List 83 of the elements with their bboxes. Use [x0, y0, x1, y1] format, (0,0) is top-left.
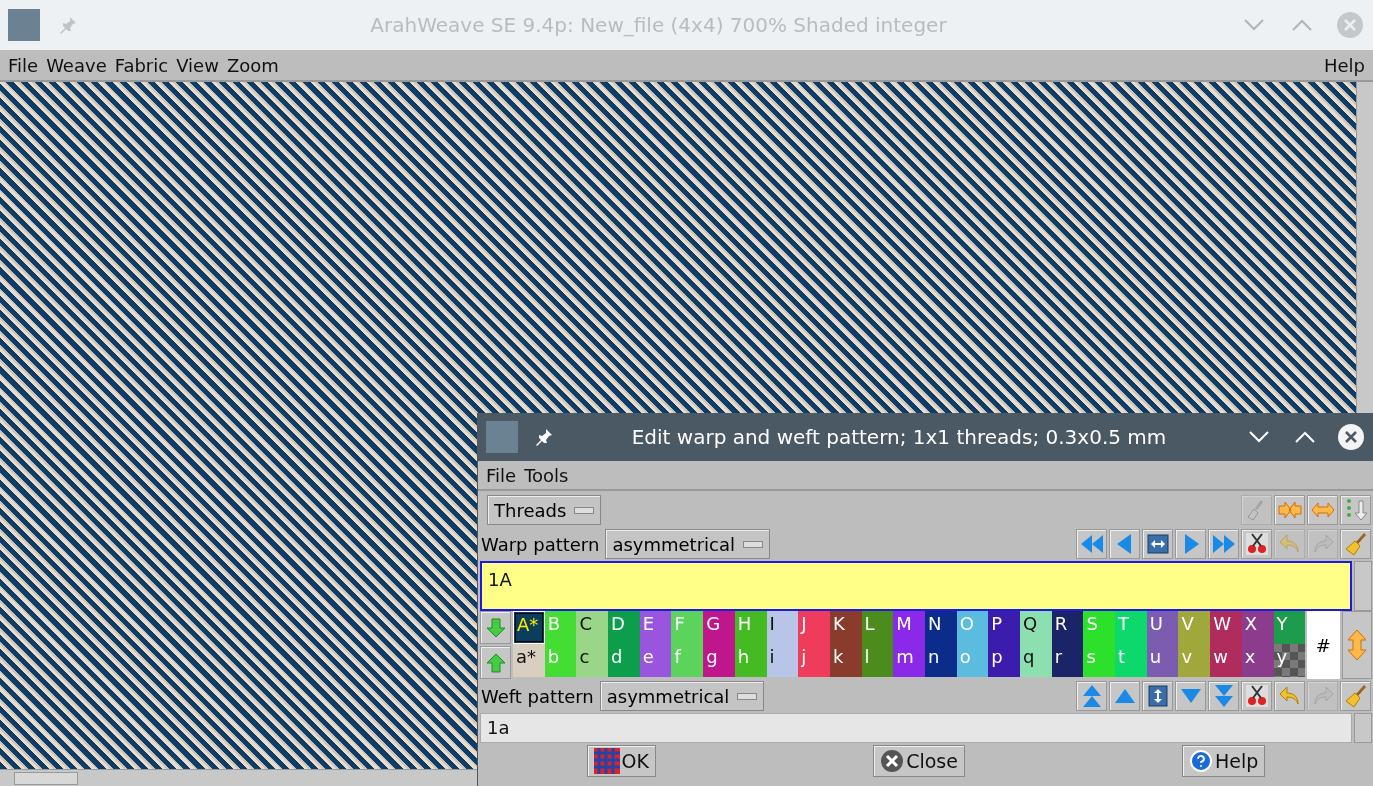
color-swatch[interactable]: r: [1051, 644, 1084, 677]
scrollbar-thumb[interactable]: [14, 772, 78, 785]
color-swatch[interactable]: n: [924, 644, 957, 677]
broom-icon: [1343, 684, 1368, 708]
close-icon: [880, 749, 905, 773]
weft-pattern-label: Weft pattern: [481, 685, 594, 707]
spare-cell[interactable]: #: [1307, 611, 1340, 679]
color-swatch[interactable]: j: [798, 644, 830, 677]
down-arrow-icon: [484, 616, 507, 639]
app-icon: [486, 421, 518, 453]
color-swatch[interactable]: i: [766, 644, 799, 677]
menu-item[interactable]: Weave: [42, 54, 111, 76]
color-swatch[interactable]: c: [576, 644, 609, 677]
field-scrollbar[interactable]: [1354, 561, 1372, 611]
double-right-arrow-icon: [1211, 532, 1236, 556]
color-swatch[interactable]: d: [608, 644, 640, 677]
toolbar-button[interactable]: [1142, 529, 1173, 559]
toolbar-button[interactable]: [1241, 529, 1272, 559]
menu-item[interactable]: View: [172, 54, 223, 76]
color-swatch[interactable]: x: [1241, 644, 1274, 677]
close-icon[interactable]: [1338, 424, 1364, 450]
up-arrow-icon: [484, 651, 507, 674]
color-swatch[interactable]: A*: [513, 611, 545, 644]
color-swatch[interactable]: u: [1146, 644, 1179, 677]
color-swatch[interactable]: N: [924, 611, 957, 644]
color-swatch[interactable]: p: [988, 644, 1020, 677]
horizontal-swap-icon: [1145, 532, 1170, 556]
menu-item[interactable]: Tools: [520, 464, 573, 486]
up-down-arrow-icon: [1345, 629, 1368, 661]
weft-mode-dropdown[interactable]: asymmetrical: [599, 681, 765, 711]
color-swatch[interactable]: K: [829, 611, 862, 644]
app-icon: [8, 9, 40, 41]
color-swatch[interactable]: g: [703, 644, 735, 677]
field-scrollbar[interactable]: [1354, 713, 1372, 743]
dialog-title: Edit warp and weft pattern; 1x1 threads; 0.3x0.5 mm: [630, 425, 1168, 449]
warp-mode-dropdown[interactable]: asymmetrical: [605, 529, 770, 559]
pin-icon[interactable]: [534, 427, 554, 447]
move-down-button[interactable]: [480, 611, 511, 644]
color-swatch[interactable]: E: [639, 611, 672, 644]
menu-item[interactable]: Fabric: [110, 54, 173, 76]
color-swatch[interactable]: q: [1020, 644, 1052, 677]
color-swatch[interactable]: Y: [1273, 611, 1306, 644]
color-swatch[interactable]: U: [1146, 611, 1179, 644]
dialog-button[interactable]: Help: [1182, 745, 1266, 777]
double-left-arrow-icon: [1079, 532, 1104, 556]
move-up-button[interactable]: [480, 646, 511, 679]
dialog-button[interactable]: OK: [586, 745, 656, 777]
color-swatch[interactable]: y: [1273, 644, 1306, 677]
vertical-swap-icon: [1145, 684, 1170, 708]
weft-pattern-field[interactable]: 1a: [480, 713, 1352, 743]
color-swatch[interactable]: l: [861, 644, 894, 677]
color-swatch[interactable]: w: [1210, 644, 1242, 677]
color-swatch[interactable]: D: [608, 611, 640, 644]
mode-dropdown[interactable]: Threads: [487, 495, 602, 525]
color-swatch[interactable]: Q: [1020, 611, 1052, 644]
menu-item[interactable]: File: [4, 54, 43, 76]
dialog-button[interactable]: Close: [873, 745, 965, 777]
color-swatch[interactable]: J: [798, 611, 830, 644]
scissors-icon: [1244, 532, 1269, 556]
color-swatch[interactable]: W: [1210, 611, 1242, 644]
color-swatch[interactable]: e: [639, 644, 672, 677]
broom-icon: [1343, 532, 1368, 556]
color-swatch[interactable]: C: [576, 611, 609, 644]
menu-item[interactable]: File: [482, 464, 521, 486]
color-swatch[interactable]: G: [703, 611, 735, 644]
color-swatch[interactable]: k: [829, 644, 862, 677]
color-swatch[interactable]: P: [988, 611, 1020, 644]
color-swatch[interactable]: R: [1051, 611, 1084, 644]
warp-pattern-field[interactable]: 1A: [480, 561, 1352, 611]
warp-pattern-label: Warp pattern: [481, 533, 600, 555]
color-swatch[interactable]: X: [1241, 611, 1274, 644]
toolbar-button[interactable]: [1241, 681, 1272, 711]
toolbar-button[interactable]: [1142, 681, 1173, 711]
scissors-icon: [1244, 684, 1269, 708]
color-swatch[interactable]: a*: [513, 644, 545, 677]
help-icon: [1189, 749, 1214, 773]
color-swatch[interactable]: m: [893, 644, 925, 677]
woven-grid-icon: [593, 748, 620, 774]
menu-item[interactable]: Help: [1319, 54, 1369, 76]
menu-item[interactable]: Zoom: [222, 54, 283, 76]
color-swatch[interactable]: M: [893, 611, 925, 644]
color-swatch[interactable]: L: [861, 611, 894, 644]
color-swatch[interactable]: I: [766, 611, 799, 644]
